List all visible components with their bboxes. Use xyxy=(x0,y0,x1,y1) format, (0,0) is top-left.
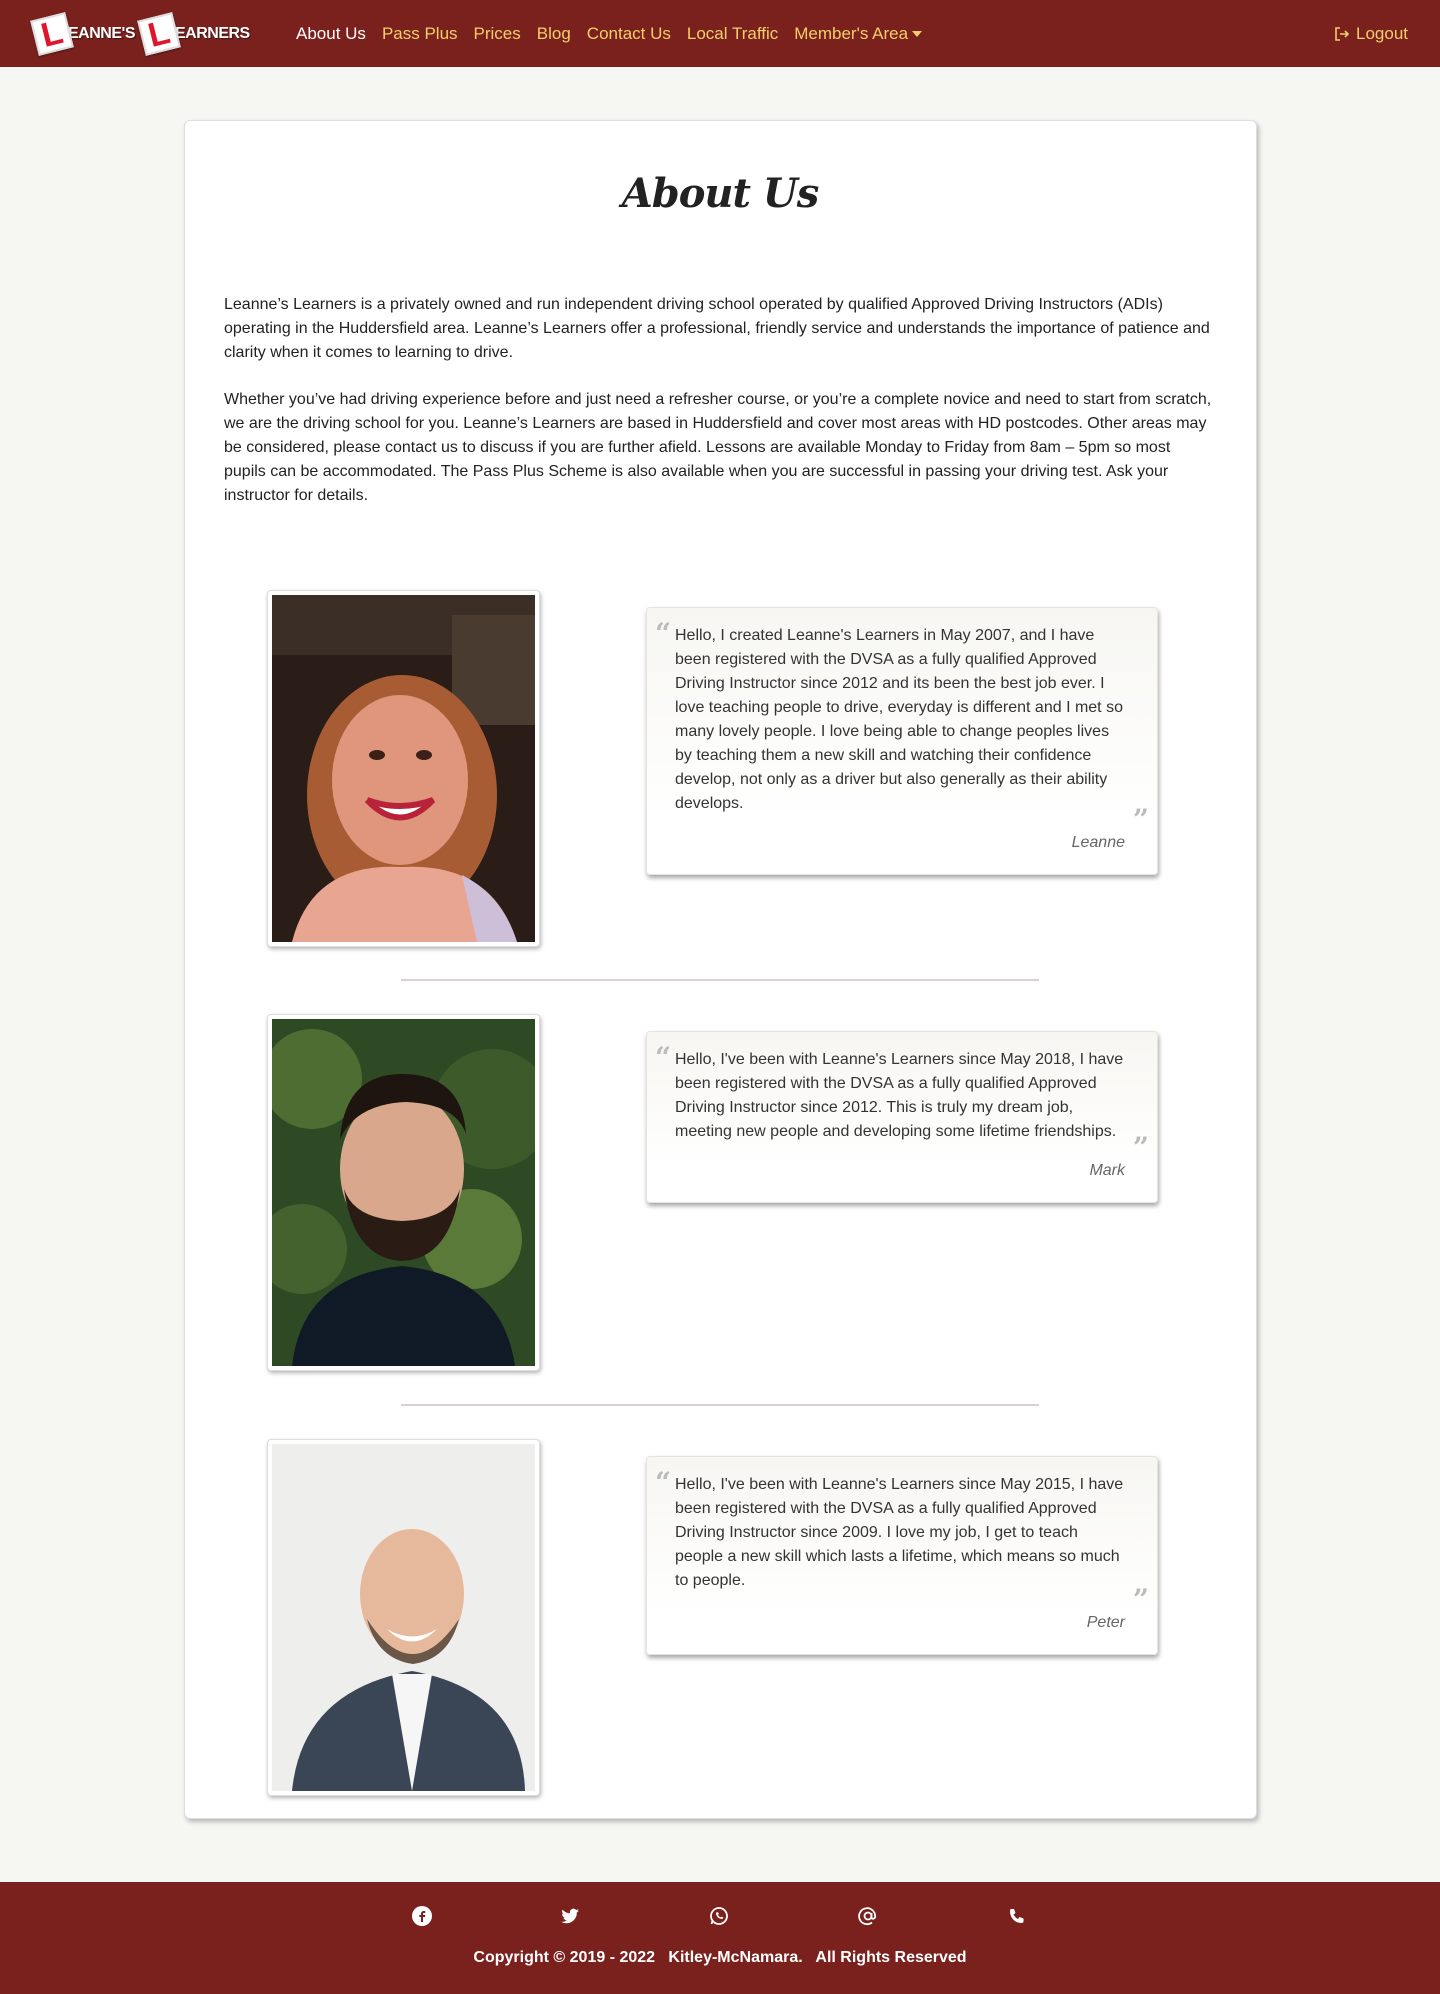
testimonial-author: Peter xyxy=(1086,1614,1125,1631)
testimonial-author: Mark xyxy=(1089,1162,1125,1179)
sign-out-icon xyxy=(1335,26,1350,41)
learner-plate-icon: L xyxy=(137,12,181,56)
nav-blog[interactable]: Blog xyxy=(537,24,571,44)
open-quote-icon: “ xyxy=(655,1041,672,1074)
section-divider xyxy=(401,979,1039,981)
nav-local-traffic[interactable]: Local Traffic xyxy=(687,24,778,44)
twitter-icon xyxy=(561,1908,579,1924)
whatsapp-link[interactable] xyxy=(709,1906,733,1930)
testimonial-mark: “ Hello, I've been with Leanne's Learner… xyxy=(646,1031,1158,1203)
facebook-link[interactable] xyxy=(412,1906,436,1930)
testimonial-leanne: “ Hello, I created Leanne's Learners in … xyxy=(646,607,1158,875)
testimonial-peter: “ Hello, I've been with Leanne's Learner… xyxy=(646,1456,1158,1655)
close-quote-icon: ” xyxy=(1132,803,1149,836)
main-nav: About Us Pass Plus Prices Blog Contact U… xyxy=(296,0,923,67)
nav-about-us[interactable]: About Us xyxy=(296,24,366,44)
logo-word-leannes: EANNE'S xyxy=(68,25,135,42)
caret-down-icon xyxy=(912,31,923,38)
open-quote-icon: “ xyxy=(655,617,672,650)
site-logo[interactable]: L EANNE'S L EARNERS xyxy=(30,12,256,56)
logo-word-learners: EARNERS xyxy=(174,25,250,42)
members-area-label: Member's Area xyxy=(794,23,909,43)
photo-leanne xyxy=(267,590,540,947)
phone-icon xyxy=(1010,1909,1024,1923)
photo-peter xyxy=(267,1439,540,1796)
portrait-image xyxy=(272,595,535,942)
nav-pass-plus[interactable]: Pass Plus xyxy=(382,24,458,44)
testimonial-text: Hello, I've been with Leanne's Learners … xyxy=(675,1051,1124,1140)
page-title: About Us xyxy=(621,170,820,217)
close-quote-icon: ” xyxy=(1132,1583,1149,1616)
section-divider xyxy=(401,1404,1039,1406)
nav-prices[interactable]: Prices xyxy=(474,24,521,44)
open-quote-icon: “ xyxy=(655,1466,672,1499)
portrait-image xyxy=(272,1019,535,1366)
site-footer: Copyright © 2019 - 2022 Kitley-McNamara.… xyxy=(0,1882,1440,1994)
testimonial-text: Hello, I've been with Leanne's Learners … xyxy=(675,1476,1124,1589)
portrait-image xyxy=(272,1444,535,1791)
close-quote-icon: ” xyxy=(1132,1131,1149,1164)
nav-members-area-dropdown[interactable]: Member's Area xyxy=(794,23,923,44)
intro-paragraph-1: Leanne’s Learners is a privately owned a… xyxy=(224,296,1210,361)
intro-paragraph-2: Whether you’ve had driving experience be… xyxy=(224,391,1212,504)
testimonial-text: Hello, I created Leanne's Learners in Ma… xyxy=(675,627,1123,812)
learner-plate-icon: L xyxy=(30,12,74,56)
testimonial-author: Leanne xyxy=(1071,834,1125,851)
facebook-icon xyxy=(412,1906,432,1926)
logout-label: Logout xyxy=(1356,23,1408,43)
nav-contact-us[interactable]: Contact Us xyxy=(587,24,671,44)
email-link[interactable] xyxy=(858,1906,882,1930)
whatsapp-icon xyxy=(710,1907,728,1925)
top-navbar: L EANNE'S L EARNERS About Us Pass Plus P… xyxy=(0,0,1440,67)
phone-link[interactable] xyxy=(1007,1906,1031,1930)
twitter-link[interactable] xyxy=(560,1906,584,1930)
email-icon xyxy=(858,1907,876,1926)
copyright-text: Copyright © 2019 - 2022 Kitley-McNamara.… xyxy=(473,1949,967,1966)
photo-mark xyxy=(267,1014,540,1371)
logout-link[interactable]: Logout xyxy=(1334,0,1408,67)
